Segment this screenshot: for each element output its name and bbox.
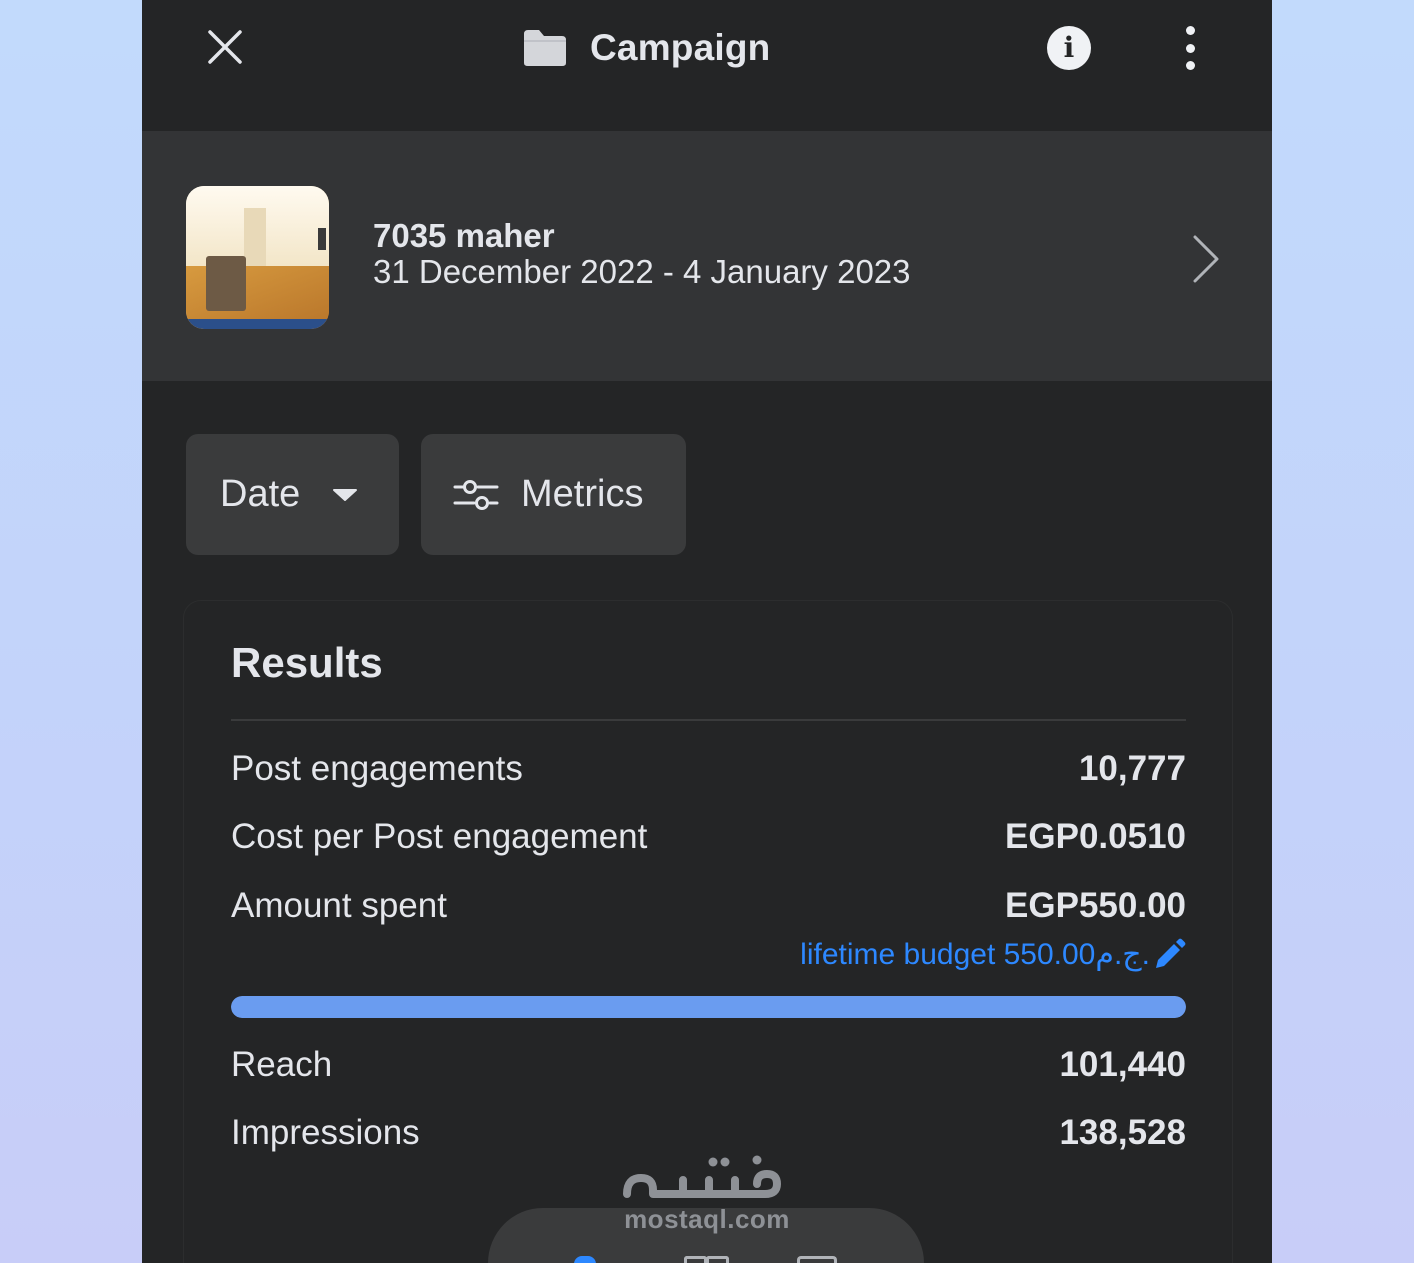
campaign-thumbnail bbox=[186, 186, 329, 329]
more-options-button[interactable] bbox=[1172, 26, 1208, 70]
phone-screen: Campaign i 7035 maher 31 December 2022 -… bbox=[142, 0, 1272, 1263]
metric-value-cost-per-engagement: EGP0.0510 bbox=[1005, 817, 1186, 856]
metric-label-impressions: Impressions bbox=[231, 1113, 420, 1152]
sliders-icon bbox=[453, 479, 499, 510]
budget-progress-fill bbox=[231, 996, 1186, 1018]
metric-value-amount-spent: EGP550.00 bbox=[1005, 886, 1186, 925]
edit-budget-link[interactable]: lifetime budget 550.00ج.م. bbox=[800, 937, 1186, 972]
metric-label-post-engagements: Post engagements bbox=[231, 749, 523, 788]
metric-value-reach: 101,440 bbox=[1059, 1045, 1186, 1084]
nav-inbox-icon[interactable] bbox=[797, 1256, 837, 1263]
divider bbox=[231, 719, 1186, 721]
nav-grid-icon[interactable] bbox=[684, 1256, 729, 1263]
metric-label-amount-spent: Amount spent bbox=[231, 886, 447, 925]
info-button[interactable]: i bbox=[1047, 26, 1091, 70]
metric-label-reach: Reach bbox=[231, 1045, 333, 1084]
caret-down-icon bbox=[333, 488, 358, 501]
close-icon bbox=[208, 30, 242, 64]
metrics-button[interactable]: Metrics bbox=[421, 434, 686, 555]
nav-home-icon[interactable] bbox=[574, 1256, 596, 1263]
metric-value-impressions: 138,528 bbox=[1059, 1113, 1186, 1152]
campaign-dates: 31 December 2022 - 4 January 2023 bbox=[373, 253, 911, 290]
pencil-icon bbox=[1156, 938, 1186, 968]
date-filter-button[interactable]: Date bbox=[186, 434, 399, 555]
campaign-name: 7035 maher bbox=[373, 217, 555, 254]
close-button[interactable] bbox=[200, 22, 250, 72]
date-filter-label: Date bbox=[220, 473, 301, 515]
folder-icon bbox=[524, 30, 566, 66]
budget-progress-bar bbox=[231, 996, 1186, 1018]
campaign-summary-row[interactable]: 7035 maher 31 December 2022 - 4 January … bbox=[142, 131, 1272, 381]
top-bar: Campaign i bbox=[142, 0, 1272, 131]
metrics-label: Metrics bbox=[521, 473, 644, 515]
chevron-right-icon bbox=[1193, 235, 1219, 283]
header-title-group: Campaign bbox=[522, 22, 770, 74]
results-card: Results Post engagements 10,777 Cost per… bbox=[183, 600, 1233, 1263]
info-icon: i bbox=[1063, 31, 1075, 64]
bottom-navigation bbox=[488, 1208, 924, 1263]
metric-label-cost-per-engagement: Cost per Post engagement bbox=[231, 817, 648, 856]
results-title: Results bbox=[231, 639, 383, 686]
metric-value-post-engagements: 10,777 bbox=[1078, 749, 1186, 788]
budget-text: lifetime budget 550.00ج.م. bbox=[800, 938, 1150, 971]
more-vertical-icon bbox=[1185, 26, 1195, 35]
page-title: Campaign bbox=[590, 27, 771, 68]
